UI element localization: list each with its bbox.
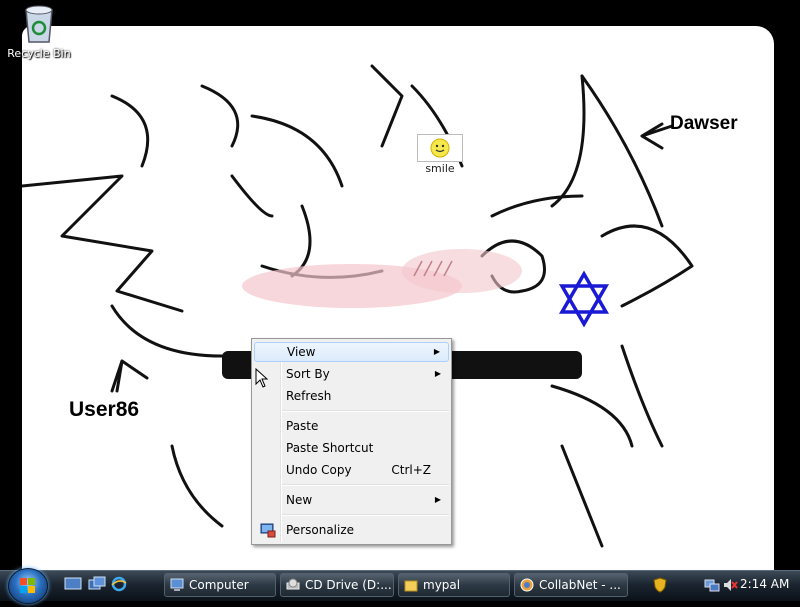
menu-item-refresh-label: Refresh: [286, 389, 332, 403]
desktop-context-menu: View ▶ Sort By ▶ Refresh Paste Paste Sho…: [251, 338, 452, 545]
shortcut-label: Ctrl+Z: [391, 463, 431, 477]
taskbar-button-mypal-label: mypal: [423, 578, 461, 592]
menu-separator: [282, 514, 449, 516]
folder-icon: [404, 580, 418, 592]
menu-item-new[interactable]: New ▶: [254, 490, 449, 510]
menu-item-paste-shortcut[interactable]: Paste Shortcut: [254, 438, 449, 458]
submenu-arrow-icon: ▶: [434, 369, 441, 378]
show-desktop-icon[interactable]: [64, 576, 82, 592]
recycle-bin-shortcut[interactable]: Recycle Bin: [4, 2, 74, 60]
menu-item-undo-copy[interactable]: Undo Copy Ctrl+Z: [254, 460, 449, 480]
menu-separator: [282, 410, 449, 412]
annotation-dawser: Dawser: [670, 113, 738, 134]
annotation-user86: User86: [69, 398, 140, 421]
internet-explorer-icon[interactable]: [110, 576, 128, 592]
menu-item-sort-by-label: Sort By: [286, 367, 330, 381]
menu-item-refresh[interactable]: Refresh: [254, 386, 449, 406]
menu-item-paste-shortcut-label: Paste Shortcut: [286, 441, 374, 455]
windows-logo-icon: [20, 578, 35, 593]
recycle-bin-label: Recycle Bin: [7, 47, 71, 60]
taskbar-button-mypal[interactable]: mypal: [398, 573, 510, 597]
menu-item-sort-by[interactable]: Sort By ▶: [254, 364, 449, 384]
smiley-icon: [417, 134, 463, 162]
taskbar-button-computer[interactable]: Computer: [164, 573, 276, 597]
taskbar-button-cd-drive-label: CD Drive (D:...: [305, 578, 392, 592]
submenu-arrow-icon: ▶: [433, 347, 440, 356]
personalize-icon: [260, 523, 276, 538]
mouse-cursor-icon: [255, 368, 269, 388]
menu-item-view-label: View: [287, 345, 316, 359]
switch-windows-icon[interactable]: [88, 576, 106, 592]
taskbar-clock[interactable]: 2:14 AM: [740, 577, 789, 591]
volume-muted-icon[interactable]: [722, 577, 738, 593]
menu-item-new-label: New: [286, 493, 313, 507]
taskbar-button-collabnet-label: CollabNet - ...: [539, 578, 621, 592]
browser-icon: [520, 578, 534, 592]
menu-item-personalize[interactable]: Personalize: [254, 520, 449, 540]
security-shield-icon[interactable]: [652, 577, 668, 593]
taskbar-button-collabnet[interactable]: CollabNet - ...: [514, 573, 628, 597]
menu-item-personalize-label: Personalize: [286, 523, 355, 537]
computer-icon: [170, 578, 184, 591]
taskbar-button-computer-label: Computer: [189, 578, 249, 592]
menu-item-undo-copy-label: Undo Copy: [286, 463, 352, 477]
recycle-bin-icon: [25, 5, 53, 43]
submenu-arrow-icon: ▶: [434, 495, 441, 504]
taskbar-button-cd-drive[interactable]: CD Drive (D:...: [280, 573, 394, 597]
menu-separator: [282, 484, 449, 486]
start-button[interactable]: [8, 568, 48, 604]
menu-item-paste[interactable]: Paste: [254, 416, 449, 436]
cd-drive-icon: [286, 578, 300, 590]
network-icon[interactable]: [704, 577, 720, 593]
smile-shortcut[interactable]: smile: [410, 134, 470, 175]
menu-item-view[interactable]: View ▶: [254, 342, 449, 362]
smile-label: smile: [425, 162, 455, 175]
star-of-david-icon: [558, 270, 610, 328]
menu-item-paste-label: Paste: [286, 419, 319, 433]
